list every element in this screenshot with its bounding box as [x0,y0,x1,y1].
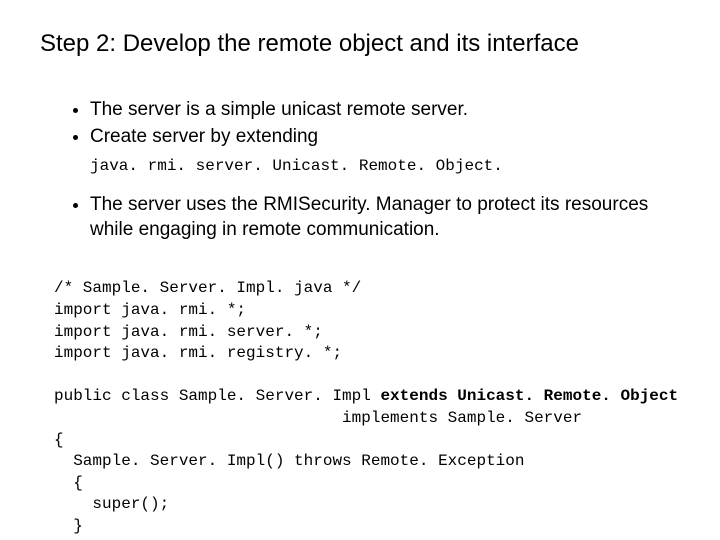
code-line: super(); [54,495,169,513]
slide-title: Step 2: Develop the remote object and it… [40,30,670,58]
bullet-list-b: The server uses the RMISecurity. Manager… [50,193,670,242]
code-line: } [54,517,83,535]
code-line: import java. rmi. registry. *; [54,344,342,362]
code-text-bold: extends Unicast. Remote. Object [380,387,678,405]
bullet-item: The server uses the RMISecurity. Manager… [90,193,670,242]
slide: Step 2: Develop the remote object and it… [0,0,720,540]
bullet-item: Create server by extending [90,125,670,150]
bullet-list-a: The server is a simple unicast remote se… [50,98,670,149]
code-line: public class Sample. Server. Impl extend… [54,387,678,405]
code-line: /* Sample. Server. Impl. java */ [54,279,361,297]
code-line: implements Sample. Server [54,409,582,427]
inline-code: java. rmi. server. Unicast. Remote. Obje… [90,157,670,175]
code-block: /* Sample. Server. Impl. java */ import … [54,257,670,538]
code-line: { [54,431,64,449]
code-text: public class Sample. Server. Impl [54,387,380,405]
code-line: import java. rmi. *; [54,301,246,319]
bullet-item: The server is a simple unicast remote se… [90,98,670,123]
code-line: Sample. Server. Impl() throws Remote. Ex… [54,452,524,470]
code-line: { [54,474,83,492]
code-line: import java. rmi. server. *; [54,323,323,341]
